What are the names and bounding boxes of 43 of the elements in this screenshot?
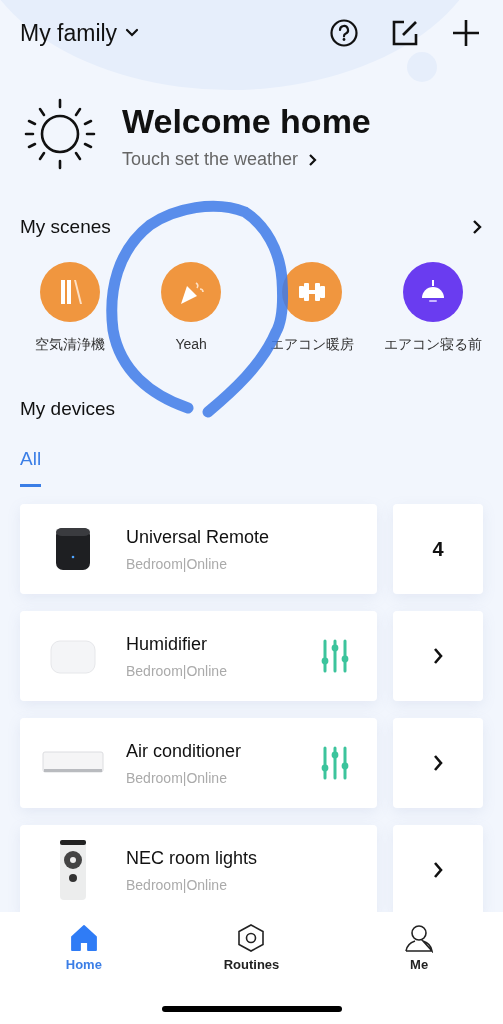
device-name: Universal Remote — [126, 526, 271, 548]
hub-device-icon — [55, 527, 91, 571]
sliders-icon[interactable] — [321, 746, 349, 780]
device-count[interactable]: 4 — [393, 504, 483, 594]
nav-tab[interactable]: Home — [38, 922, 129, 973]
add-icon[interactable] — [451, 18, 481, 48]
sliders-icon[interactable] — [321, 639, 349, 673]
hexagon-icon — [236, 923, 267, 953]
welcome-title: Welcome home — [122, 102, 371, 141]
air-conditioner-device-icon — [42, 751, 104, 775]
device-status: Bedroom|Online — [126, 555, 228, 572]
device-card[interactable]: Air conditioner Bedroom|Online — [20, 718, 377, 808]
scene-label: Yeah — [175, 336, 207, 352]
weather-link[interactable]: Touch set the weather — [122, 149, 371, 170]
help-icon[interactable] — [329, 18, 359, 48]
chevron-icon — [432, 754, 444, 772]
person-icon — [404, 923, 435, 953]
device-status: Bedroom|Online — [126, 662, 228, 679]
nav-tab[interactable]: Me — [374, 922, 465, 973]
device-name: Humidifier — [126, 633, 209, 655]
section-title: My scenes — [20, 216, 111, 238]
home-icon — [68, 923, 99, 953]
device-name: Air conditioner — [126, 740, 243, 762]
nav-tab[interactable]: Routines — [206, 922, 297, 973]
caret-icon — [125, 28, 140, 38]
chevron-icon[interactable] — [471, 219, 483, 235]
chevron-icon — [432, 647, 444, 665]
device-status: Bedroom|Online — [126, 876, 228, 893]
remote-control-device-icon — [58, 840, 88, 900]
home-switcher[interactable]: My family — [20, 19, 140, 47]
humidifier-device-icon — [50, 638, 96, 674]
device-tab[interactable]: All — [20, 448, 42, 487]
edit-icon[interactable] — [391, 19, 419, 47]
device-card[interactable]: Humidifier Bedroom|Online — [20, 611, 377, 701]
scene-label: 空気清浄機 — [35, 336, 106, 354]
section-title: My devices — [20, 398, 117, 420]
chevron-icon — [432, 861, 444, 879]
device-card[interactable]: Universal Remote Bedroom|Online — [20, 504, 377, 594]
device-card[interactable]: NEC room lights Bedroom|Online — [20, 825, 377, 912]
scene-label: エアコン寝る前 — [383, 336, 482, 354]
device-name: NEC room lights — [126, 847, 259, 869]
chevron-icon — [308, 152, 319, 167]
device-status: Bedroom|Online — [126, 769, 228, 786]
